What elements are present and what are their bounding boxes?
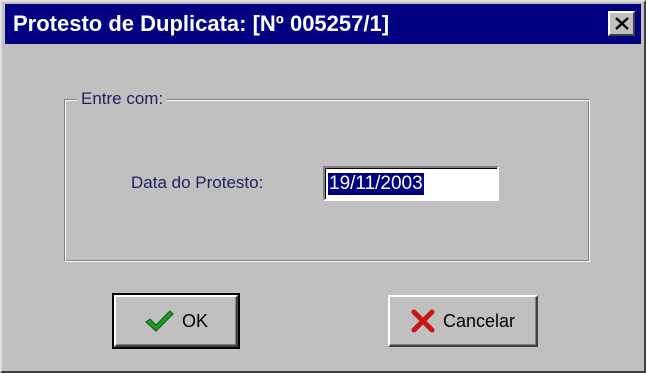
close-icon [615, 17, 629, 30]
checkmark-icon [145, 310, 174, 332]
entry-groupbox: Entre com: Data do Protesto: 19/11/2003 [64, 88, 590, 262]
title-bar[interactable]: Protesto de Duplicata: [Nº 005257/1] [5, 4, 641, 44]
close-button[interactable] [608, 11, 635, 36]
protest-date-input[interactable]: 19/11/2003 [323, 166, 499, 201]
red-x-icon [411, 309, 435, 333]
protest-date-label: Data do Protesto: [131, 173, 264, 192]
cancel-button[interactable]: Cancelar [388, 295, 538, 347]
dialog-window: Protesto de Duplicata: [Nº 005257/1] Ent… [0, 0, 646, 373]
ok-button[interactable]: OK [112, 293, 240, 349]
cancel-button-label: Cancelar [442, 311, 516, 331]
window-title: Protesto de Duplicata: [Nº 005257/1] [13, 11, 390, 36]
groupbox-legend: Entre com: [77, 88, 168, 110]
protest-date-value: 19/11/2003 [328, 173, 424, 195]
ok-button-label: OK [181, 311, 208, 331]
